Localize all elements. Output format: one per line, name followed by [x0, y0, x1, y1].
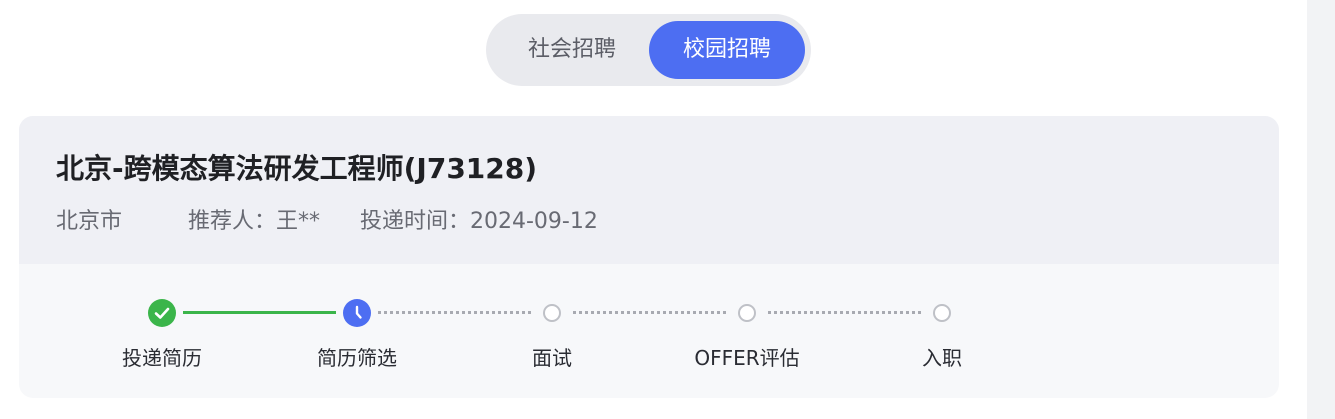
clock-icon: [343, 299, 371, 327]
tab-social-recruitment[interactable]: 社会招聘: [504, 21, 640, 79]
application-header: 北京-跨模态算法研发工程师(J73128) 北京市 推荐人：王** 投递时间：2…: [19, 116, 1279, 264]
progress-connector-pending: [573, 311, 726, 314]
check-icon: [148, 299, 176, 327]
referrer: 推荐人：王**: [188, 209, 321, 234]
recruitment-type-switch: 社会招聘 校园招聘: [486, 14, 811, 86]
empty-circle-icon: [738, 304, 756, 322]
step-label-screening: 简历筛选: [317, 346, 397, 370]
empty-circle-icon: [933, 304, 951, 322]
progress-connector-complete: [183, 311, 336, 314]
application-card[interactable]: 北京-跨模态算法研发工程师(J73128) 北京市 推荐人：王** 投递时间：2…: [19, 116, 1279, 398]
scrollbar-track[interactable]: [1307, 0, 1335, 419]
progress-connector-pending: [378, 311, 531, 314]
progress-connector-pending: [768, 311, 921, 314]
step-label-offer: OFFER评估: [694, 346, 800, 370]
step-label-onboarding: 入职: [922, 346, 962, 370]
submission-date: 投递时间：2024-09-12: [360, 209, 598, 234]
tab-campus-recruitment[interactable]: 校园招聘: [649, 21, 805, 79]
job-city: 北京市: [56, 209, 123, 234]
empty-circle-icon: [543, 304, 561, 322]
step-label-interview: 面试: [532, 346, 572, 370]
step-label-submit: 投递简历: [122, 346, 202, 370]
job-title: 北京-跨模态算法研发工程师(J73128): [56, 152, 538, 185]
